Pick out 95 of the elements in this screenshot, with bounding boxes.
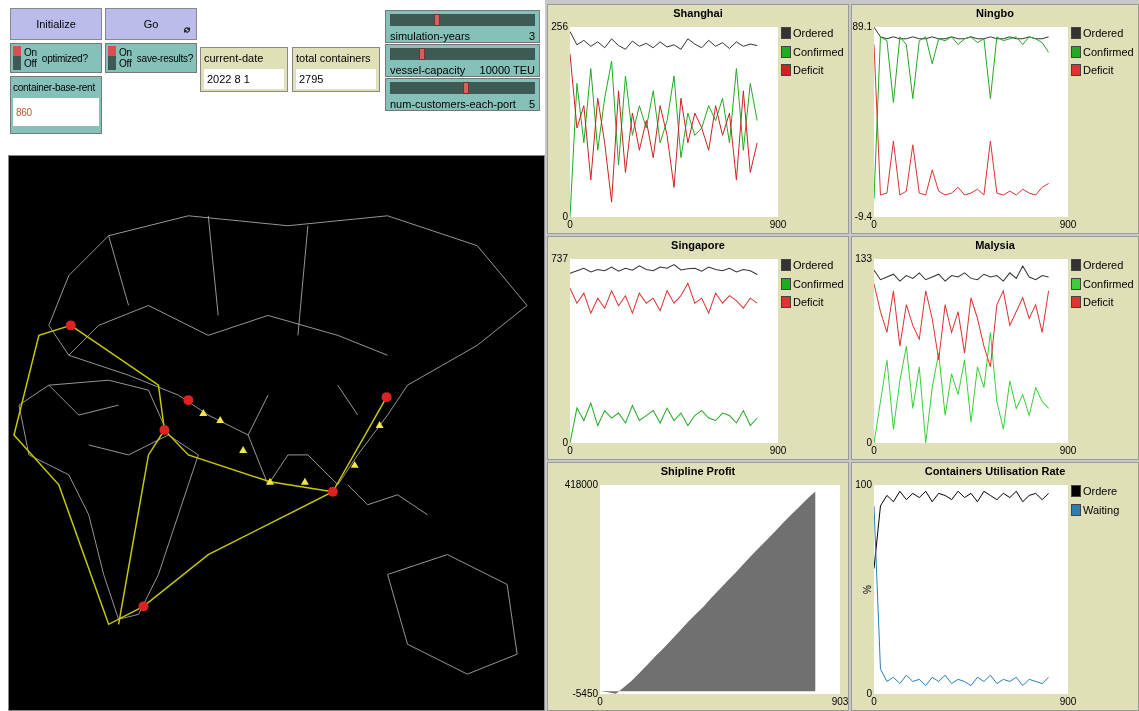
legend-label: Ordered (793, 258, 834, 273)
forever-icon (182, 25, 192, 35)
legend-swatch (781, 27, 791, 40)
legend-label: Confirmed (793, 276, 844, 292)
axis-tick-label: -5450 (572, 688, 599, 699)
legend-swatch (781, 64, 791, 77)
port-marker (138, 601, 149, 612)
axis-label: % (861, 585, 875, 594)
axis-tick-label: 0 (866, 437, 873, 448)
legend-label: Ordere (1083, 484, 1118, 499)
legend-swatch (1071, 296, 1081, 309)
input-widget[interactable]: container-base-rent 860 (10, 76, 102, 134)
legend-swatch (781, 277, 791, 290)
axis-tick-label: 418000 (564, 479, 599, 491)
slider[interactable]: vessel-capacity 10000 TEU (385, 44, 540, 77)
ship-icon (350, 460, 359, 468)
legend-swatch (781, 296, 791, 309)
legend-label: Confirmed (1083, 276, 1134, 292)
axis-tick-label: 0 (567, 445, 573, 457)
axis-tick-label: 900 (1059, 444, 1077, 457)
axis-tick-label: 0 (562, 211, 569, 222)
slider-label: num-customers-each-port (390, 97, 516, 112)
axis-tick-label: 0 (567, 219, 573, 231)
slider-value: 3 (528, 29, 535, 44)
axis-tick-label: 0 (866, 688, 873, 699)
slider[interactable]: simulation-years 3 (385, 10, 540, 43)
legend-swatch (1071, 485, 1081, 498)
plot-title: Shipline Profit (659, 464, 737, 479)
input-label: container-base-rent (13, 81, 96, 95)
port-marker (159, 425, 170, 435)
ship-icon (266, 477, 274, 485)
axis-tick-label: 100 (855, 479, 873, 491)
switch-off-label: Off (119, 58, 132, 69)
legend-swatch (781, 45, 791, 58)
legend-label: Ordered (1083, 26, 1124, 41)
ship-icon (239, 445, 248, 453)
command-button[interactable]: Initialize (10, 8, 102, 40)
plot-title: Ningbo (975, 6, 1015, 21)
axis-tick-label: 903 (831, 695, 848, 708)
slider-label: vessel-capacity (390, 63, 466, 78)
slider-value: 5 (528, 97, 535, 112)
port-marker (381, 392, 392, 403)
axis-tick-label: 900 (1059, 218, 1077, 231)
switch-label: optimized? (41, 51, 88, 66)
legend-label: Ordered (1083, 258, 1124, 273)
port-marker (183, 395, 194, 406)
axis-tick-label: 900 (769, 444, 787, 457)
ship-icon (375, 421, 384, 428)
legend-label: Deficit (793, 295, 824, 310)
axis-tick-label: 133 (855, 253, 873, 265)
ship-icon (300, 477, 309, 485)
axis-tick-label: -9.4 (854, 211, 873, 222)
axis-tick-label: 0 (562, 437, 569, 448)
legend-label: Ordered (793, 26, 834, 41)
switch-off-label: Off (24, 58, 37, 69)
command-button[interactable]: Go (105, 8, 197, 40)
legend-swatch (1071, 45, 1081, 58)
legend-label: Confirmed (793, 44, 844, 60)
legend-swatch (1071, 64, 1081, 77)
legend-label: Waiting (1083, 502, 1120, 518)
legend-label: Deficit (793, 63, 824, 78)
switch-label: save-results? (136, 51, 194, 66)
legend-swatch (1071, 259, 1081, 272)
axis-tick-label: 89.1 (852, 21, 873, 33)
axis-tick-label: 256 (551, 21, 569, 33)
plot-title: Containers Utilisation Rate (923, 464, 1067, 479)
legend-swatch (1071, 277, 1081, 290)
legend-swatch (781, 259, 791, 272)
port-marker (65, 320, 76, 331)
slider[interactable]: num-customers-each-port 5 (385, 78, 540, 111)
axis-tick-label: 900 (1059, 695, 1077, 708)
legend-swatch (1071, 503, 1081, 516)
monitor-value: 2022 8 1 (204, 68, 284, 89)
switch-on-label: On (24, 47, 37, 58)
legend-swatch (1071, 27, 1081, 40)
plot-title: Singapore (670, 238, 726, 253)
port-marker (327, 486, 338, 497)
switch-on-label: On (119, 47, 132, 58)
legend-label: Deficit (1083, 63, 1114, 78)
monitor-label: total containers (296, 51, 372, 66)
axis-tick-label: 737 (551, 253, 569, 265)
monitor-value: 2795 (296, 68, 376, 89)
axis-tick-label: 0 (871, 219, 877, 231)
monitor-label: current-date (204, 51, 265, 66)
axis-tick-label: 900 (769, 218, 787, 231)
slider-value: 10000 TEU (479, 63, 535, 78)
axis-tick-label: 0 (871, 445, 877, 457)
plot-title: Malysia (974, 238, 1016, 253)
axis-tick-label: 0 (597, 696, 603, 708)
input-field[interactable]: 860 (13, 98, 99, 126)
legend-label: Confirmed (1083, 44, 1134, 60)
axis-tick-label: 0 (871, 696, 877, 708)
plot-title: Shanghai (672, 6, 724, 21)
legend-label: Deficit (1083, 295, 1114, 310)
slider-label: simulation-years (390, 29, 471, 44)
